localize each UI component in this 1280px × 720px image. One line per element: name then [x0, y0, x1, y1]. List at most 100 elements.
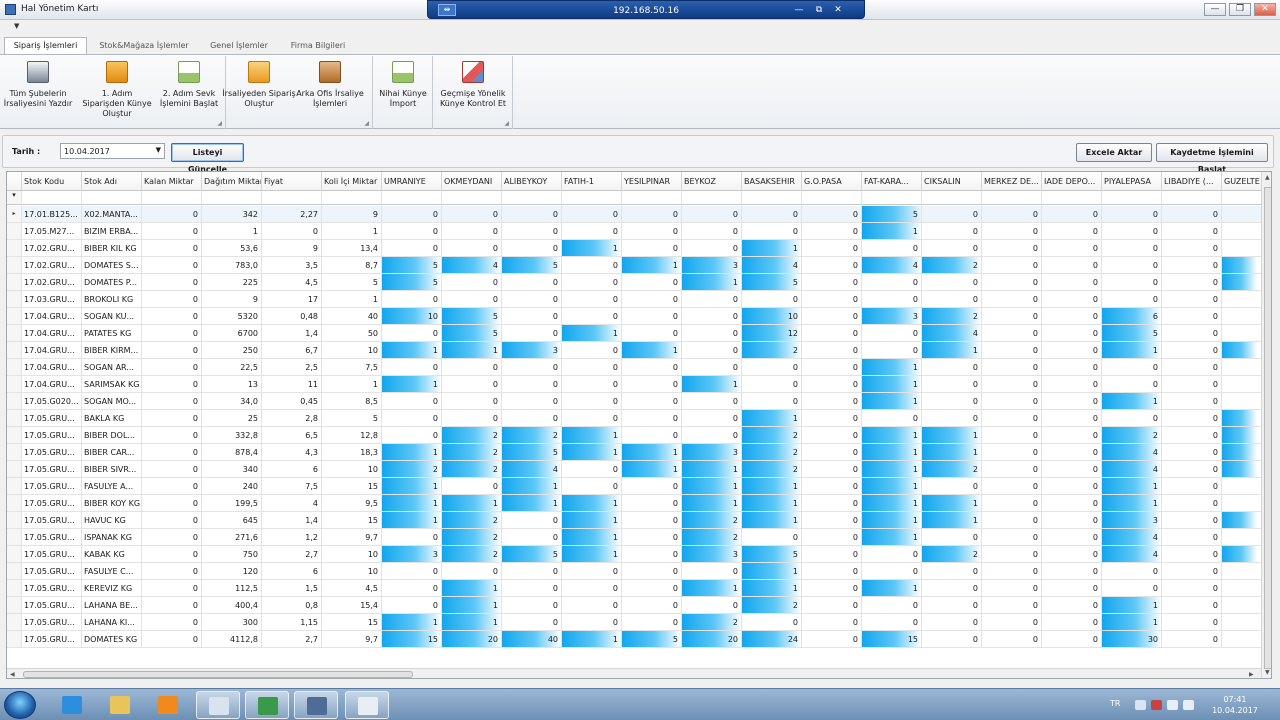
cell-store-qty[interactable]: 0 — [742, 223, 802, 240]
cell-store-qty[interactable]: 1 — [742, 410, 802, 427]
cell-dagitim[interactable]: 240 — [202, 478, 262, 495]
cell-store-qty[interactable]: 1 — [562, 529, 622, 546]
cell-store-qty[interactable]: 0 — [562, 274, 622, 291]
cell-store-qty[interactable]: 0 — [622, 223, 682, 240]
cell-store-qty[interactable]: 0 — [982, 223, 1042, 240]
cell-store-qty[interactable]: 20 — [682, 631, 742, 648]
cell-store-qty[interactable]: 0 — [802, 444, 862, 461]
cell-koli[interactable]: 9,5 — [322, 495, 382, 512]
cell-dagitim[interactable]: 199,5 — [202, 495, 262, 512]
cell-store-qty[interactable]: 0 — [502, 308, 562, 325]
cell-store-qty[interactable]: 0 — [1042, 206, 1102, 223]
cell-code[interactable]: 17.02.GRU... — [22, 274, 82, 291]
cell-store-qty[interactable]: 0 — [382, 393, 442, 410]
cell-store-qty[interactable]: 3 — [682, 546, 742, 563]
cell-store-qty[interactable] — [1222, 325, 1262, 342]
row-indicator[interactable] — [7, 376, 22, 393]
cell-store-qty[interactable]: 0 — [682, 206, 742, 223]
cell-store-qty[interactable]: 0 — [862, 274, 922, 291]
cell-code[interactable]: 17.01.B125... — [22, 206, 82, 223]
table-row[interactable]: 17.04.GRU... SARIMSAK KG 0 13 11 1 1 0 0 0 0 1 0 0 1 0 0… — [7, 376, 1271, 393]
cell-store-qty[interactable]: 0 — [622, 240, 682, 257]
cell-kalan[interactable]: 0 — [142, 359, 202, 376]
cell-store-qty[interactable]: 2 — [1102, 427, 1162, 444]
group-expand-icon[interactable]: ◢ — [364, 120, 369, 127]
cell-store-qty[interactable]: 4 — [1102, 444, 1162, 461]
cell-store-qty[interactable] — [1222, 580, 1262, 597]
cell-store-qty[interactable]: 1 — [562, 512, 622, 529]
cell-fiyat[interactable]: 0,48 — [262, 308, 322, 325]
cell-koli[interactable]: 5 — [322, 274, 382, 291]
column-header[interactable]: UMRANIYE — [382, 172, 442, 191]
cell-koli[interactable]: 13,4 — [322, 240, 382, 257]
cell-store-qty[interactable]: 2 — [742, 597, 802, 614]
cell-store-qty[interactable]: 0 — [922, 240, 982, 257]
cell-store-qty[interactable]: 0 — [442, 223, 502, 240]
table-row[interactable]: 17.03.GRU... BROKOLI KG 0 9 17 1 0 0 0 0 0 0 0 0 0 0 0 0 0… — [7, 291, 1271, 308]
cell-store-qty[interactable]: 1 — [382, 444, 442, 461]
cell-store-qty[interactable]: 0 — [562, 223, 622, 240]
cell-store-qty[interactable]: 2 — [442, 529, 502, 546]
cell-store-qty[interactable]: 4 — [1102, 461, 1162, 478]
cell-fiyat[interactable]: 2,7 — [262, 546, 322, 563]
cell-store-qty[interactable]: 0 — [1162, 393, 1222, 410]
cell-store-qty[interactable]: 0 — [1162, 495, 1222, 512]
cell-store-qty[interactable]: 0 — [442, 410, 502, 427]
cell-fiyat[interactable]: 0,45 — [262, 393, 322, 410]
cell-store-qty[interactable]: 0 — [922, 478, 982, 495]
cell-store-qty[interactable]: 0 — [982, 444, 1042, 461]
cell-store-qty[interactable]: 0 — [562, 376, 622, 393]
cell-store-qty[interactable]: 0 — [622, 274, 682, 291]
horizontal-scrollbar[interactable]: ◀ ▶ — [7, 668, 1261, 678]
close-button[interactable]: ✕ — [1254, 3, 1276, 16]
cell-store-qty[interactable] — [1222, 461, 1262, 478]
cell-store-qty[interactable]: 1 — [742, 580, 802, 597]
cell-store-qty[interactable]: 0 — [502, 274, 562, 291]
cell-store-qty[interactable]: 0 — [802, 342, 862, 359]
column-filter-cell[interactable] — [862, 191, 922, 205]
column-header[interactable]: ALIBEYKOY — [502, 172, 562, 191]
cell-store-qty[interactable]: 3 — [502, 342, 562, 359]
cell-store-qty[interactable]: 1 — [562, 240, 622, 257]
cell-code[interactable]: 17.05.G020... — [22, 393, 82, 410]
cell-dagitim[interactable]: 225 — [202, 274, 262, 291]
cell-dagitim[interactable]: 9 — [202, 291, 262, 308]
column-filter-cell[interactable] — [1042, 191, 1102, 205]
cell-store-qty[interactable]: 0 — [622, 563, 682, 580]
cell-store-qty[interactable]: 1 — [1102, 342, 1162, 359]
cell-store-qty[interactable] — [1222, 410, 1262, 427]
order-from-waybill-button[interactable]: İrsaliyeden Sipariş Oluştur — [222, 59, 296, 115]
cell-store-qty[interactable]: 1 — [442, 614, 502, 631]
cell-store-qty[interactable]: 1 — [742, 563, 802, 580]
cell-store-qty[interactable]: 0 — [1162, 478, 1222, 495]
cell-store-qty[interactable]: 1 — [862, 461, 922, 478]
cell-name[interactable]: LAHANA BE... — [82, 597, 142, 614]
print-all-waybills-button[interactable]: Tüm Şubelerin İrsaliyesini Yazdır — [1, 59, 75, 115]
cell-dagitim[interactable]: 332,8 — [202, 427, 262, 444]
cell-store-qty[interactable]: 0 — [1102, 206, 1162, 223]
cell-name[interactable]: LAHANA KI... — [82, 614, 142, 631]
cell-store-qty[interactable]: 0 — [382, 563, 442, 580]
cell-store-qty[interactable]: 3 — [382, 546, 442, 563]
cell-store-qty[interactable]: 1 — [562, 495, 622, 512]
cell-store-qty[interactable]: 0 — [1162, 631, 1222, 648]
remote-close-button[interactable]: ✕ — [831, 4, 845, 16]
cell-koli[interactable]: 4,5 — [322, 580, 382, 597]
cell-store-qty[interactable]: 0 — [982, 206, 1042, 223]
taskbar-item[interactable] — [196, 691, 240, 719]
cell-store-qty[interactable]: 0 — [502, 614, 562, 631]
cell-store-qty[interactable]: 1 — [862, 478, 922, 495]
cell-name[interactable]: FASULYE A... — [82, 478, 142, 495]
table-row[interactable]: 17.05.GRU... ISPANAK KG 0 271,6 1,2 9,7 0 2 0 1 0 2… — [7, 529, 1271, 546]
cell-dagitim[interactable]: 5320 — [202, 308, 262, 325]
cell-fiyat[interactable]: 1,15 — [262, 614, 322, 631]
filter-row-icon[interactable]: ▾ — [7, 191, 22, 205]
cell-store-qty[interactable]: 0 — [1042, 478, 1102, 495]
cell-kalan[interactable]: 0 — [142, 597, 202, 614]
cell-store-qty[interactable]: 3 — [1102, 512, 1162, 529]
cell-name[interactable]: BIBER CAR... — [82, 444, 142, 461]
cell-store-qty[interactable]: 2 — [922, 546, 982, 563]
table-row[interactable]: 17.02.GRU... DOMATES S... 0 783,0 3,5 8,7 5 4 5 0… — [7, 257, 1271, 274]
column-filter-cell[interactable] — [562, 191, 622, 205]
row-indicator[interactable] — [7, 495, 22, 512]
